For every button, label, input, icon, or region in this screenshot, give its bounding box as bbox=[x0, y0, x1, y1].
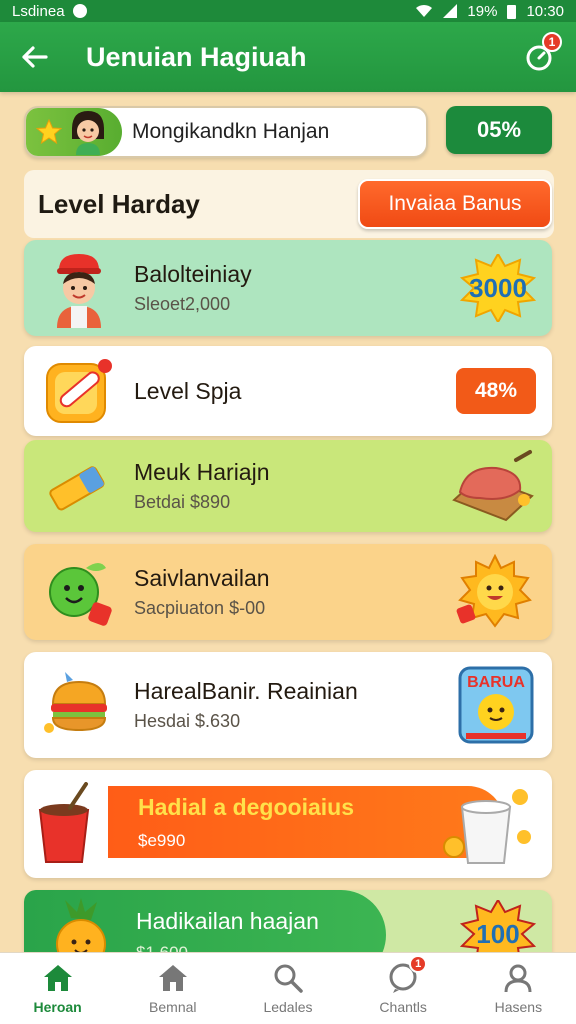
list-item[interactable]: Saivlanvailan Sacpiuaton $-00 bbox=[24, 544, 552, 640]
card-title: HarealBanir. Reainian bbox=[134, 678, 358, 704]
level-header: Level Harday Invaiaa Banus bbox=[24, 170, 554, 238]
nav-item-home[interactable]: Heroan bbox=[8, 963, 108, 1015]
reward-value: 100 bbox=[476, 918, 520, 949]
nav-label: Ledales bbox=[263, 998, 313, 1015]
card-title: Balolteiniay bbox=[134, 261, 252, 287]
notification-dot-icon bbox=[72, 4, 87, 18]
nav-item-chat[interactable]: 1 Chantls bbox=[353, 954, 453, 1015]
signal-icon bbox=[443, 4, 458, 18]
arrow-left-icon bbox=[22, 46, 48, 68]
bonus-button[interactable]: Invaiaa Banus bbox=[358, 179, 552, 229]
battery-level: 19% bbox=[467, 2, 498, 20]
nav-label: Hasens bbox=[494, 998, 543, 1015]
nav-item-search[interactable]: Ledales bbox=[238, 963, 338, 1015]
level-card-icon bbox=[46, 359, 112, 423]
profile-icon bbox=[504, 964, 532, 992]
progress-percent-badge: 05% bbox=[446, 106, 552, 154]
list-item[interactable]: HarealBanir. Reainian Hesdai $.630 BARUA bbox=[24, 652, 552, 758]
notification-badge: 1 bbox=[542, 32, 562, 52]
reward-badge: 3000 bbox=[460, 254, 536, 322]
list-item[interactable]: Meuk Hariajn Betdai $890 bbox=[24, 440, 552, 532]
card-subtitle: Betdai $890 bbox=[134, 492, 231, 512]
nav-label: Heroan bbox=[33, 998, 82, 1015]
nav-item-profile[interactable]: Hasens bbox=[468, 963, 568, 1015]
level-title: Level Harday bbox=[38, 188, 200, 219]
timer-button[interactable]: 1 bbox=[520, 32, 562, 76]
card-subtitle: Hesdai $.630 bbox=[134, 711, 241, 731]
chat-badge: 1 bbox=[409, 954, 428, 973]
card-title: Level Spja bbox=[134, 377, 242, 404]
chef-character-icon bbox=[57, 254, 101, 328]
percent-badge: 48% bbox=[456, 368, 536, 414]
steak-icon bbox=[452, 450, 534, 522]
list-item[interactable]: Hadial a degooiaius $e990 bbox=[24, 770, 552, 878]
reward-value: 3000 bbox=[469, 272, 527, 303]
battery-icon bbox=[507, 4, 517, 19]
home-icon bbox=[43, 964, 72, 991]
status-bar: Lsdinea 19% 10:30 bbox=[0, 0, 576, 22]
avatar bbox=[72, 111, 104, 155]
profile-avatar-area bbox=[26, 108, 122, 156]
star-icon bbox=[36, 119, 62, 145]
green-fruit-character-icon bbox=[49, 563, 112, 626]
card-subtitle: Sacpiuaton $-00 bbox=[134, 598, 266, 618]
nav-label: Bemnal bbox=[149, 998, 197, 1015]
bottom-nav: Heroan Bemnal Ledales 1 Chantls Hasens bbox=[0, 952, 576, 1024]
sun-character-icon bbox=[456, 554, 532, 628]
profile-bar[interactable]: Mongikandkn Hanjan bbox=[24, 106, 428, 158]
page-title: Uenuian Hagiuah bbox=[86, 41, 307, 72]
wifi-icon bbox=[416, 4, 433, 17]
card-subtitle: Sleoet2,000 bbox=[134, 294, 231, 314]
search-icon bbox=[274, 964, 303, 993]
cup-icon bbox=[38, 782, 90, 863]
profile-name: Mongikandkn Hanjan bbox=[132, 120, 330, 143]
nav-item-house[interactable]: Bemnal bbox=[123, 963, 223, 1015]
clock: 10:30 bbox=[526, 2, 564, 20]
list-item[interactable]: Balolteiniay Sleoet2,000 3000 bbox=[24, 240, 552, 336]
milk-cup-icon bbox=[443, 789, 531, 864]
card-title: Hadikailan haajan bbox=[136, 907, 319, 934]
reward-label: BARUA bbox=[467, 674, 525, 691]
eraser-icon bbox=[49, 466, 105, 511]
app-bar: Uenuian Hagiuah 1 bbox=[0, 22, 576, 92]
burger-icon bbox=[44, 672, 107, 733]
card-title: Meuk Hariajn bbox=[134, 459, 270, 485]
reward-badge: BARUA bbox=[456, 664, 536, 746]
house-icon bbox=[158, 964, 187, 991]
nav-label: Chantls bbox=[379, 998, 427, 1015]
card-title: Saivlanvailan bbox=[134, 565, 270, 591]
back-button[interactable] bbox=[18, 40, 52, 74]
carrier-label: Lsdinea bbox=[12, 2, 65, 20]
list-item[interactable]: Level Spja 48% bbox=[24, 346, 552, 436]
